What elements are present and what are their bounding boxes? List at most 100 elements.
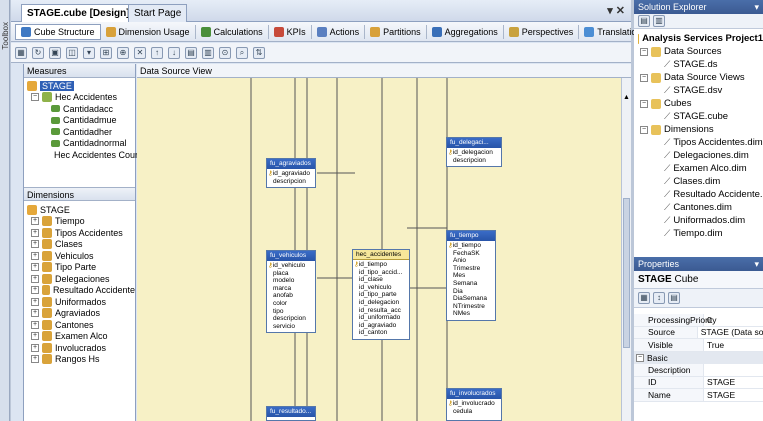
collapse-icon[interactable]: −: [31, 93, 39, 102]
table-fu-delegacion[interactable]: fu_delegaci... ⚷id_delegacion descripcion: [446, 137, 502, 168]
scrollbar-thumb[interactable]: [623, 198, 630, 348]
tab-perspectives[interactable]: Perspectives: [504, 24, 580, 39]
delete-icon[interactable]: ✕: [134, 46, 146, 59]
dimension-item[interactable]: + Uniformados: [27, 296, 135, 308]
collapse-icon[interactable]: −: [640, 73, 648, 82]
folder-node[interactable]: − Cubes: [638, 97, 763, 110]
properties-object-selector[interactable]: STAGE Cube: [634, 271, 763, 289]
dimension-item[interactable]: + Involucrados: [27, 342, 135, 354]
table-fu-resultado[interactable]: fu_resultado...: [266, 406, 316, 421]
file-node[interactable]: ⟋ Clases.dim: [638, 175, 763, 188]
property-row[interactable]: ProcessingPriority 0: [634, 314, 763, 327]
tab-dimension-usage[interactable]: Dimension Usage: [101, 24, 196, 39]
new-dimension-icon[interactable]: ⊞: [100, 46, 112, 59]
tab-actions[interactable]: Actions: [312, 24, 366, 39]
measure-item[interactable]: Cantidadacc: [27, 103, 135, 115]
file-node[interactable]: ⟋Resultado Accidente.dim: [638, 188, 763, 201]
file-node[interactable]: ⟋ STAGE.ds: [638, 58, 763, 71]
categorized-icon[interactable]: ▦: [638, 292, 650, 304]
dimension-item[interactable]: + Agraviados: [27, 308, 135, 320]
measure-group-row[interactable]: − Hec Accidentes: [27, 92, 135, 104]
expand-icon[interactable]: +: [31, 217, 39, 226]
alphabetical-icon[interactable]: ↕: [653, 292, 665, 304]
property-row[interactable]: Visible True: [634, 339, 763, 352]
file-node[interactable]: ⟋ Cantones.dim: [638, 201, 763, 214]
table-fu-tiempo[interactable]: fu_tiempo ⚷id_tiempo FechaSK Anio Trimestre…: [446, 230, 496, 321]
table-fu-vehiculos[interactable]: fu_vehiculos ⚷id_vehiculo placa modelo marc…: [266, 250, 316, 334]
close-document-icon[interactable]: ▾ ✕: [607, 4, 625, 17]
measure-item[interactable]: Hec Accidentes Count: [27, 149, 143, 161]
expand-icon[interactable]: +: [31, 309, 39, 318]
measure-item[interactable]: Cantidadher: [27, 126, 135, 138]
property-category-basic[interactable]: − Basic: [634, 351, 763, 364]
expand-icon[interactable]: +: [31, 320, 39, 329]
dimension-item[interactable]: + Examen Alco: [27, 331, 135, 343]
project-node[interactable]: Analysis Services Project1: [638, 32, 763, 45]
tab-start-page[interactable]: Start Page: [128, 4, 188, 22]
expand-icon[interactable]: +: [31, 228, 39, 237]
expand-icon[interactable]: +: [31, 297, 39, 306]
expand-icon[interactable]: +: [31, 274, 39, 283]
tab-calculations[interactable]: Calculations: [196, 24, 269, 39]
expand-icon[interactable]: +: [31, 332, 39, 341]
dimensions-root[interactable]: STAGE: [27, 204, 135, 216]
add-dimension-icon[interactable]: ⊕: [117, 46, 129, 59]
expand-icon[interactable]: +: [31, 240, 39, 249]
grid-icon[interactable]: ▤: [185, 46, 197, 59]
add-table-icon[interactable]: ▣: [49, 46, 61, 59]
file-node[interactable]: ⟋ Tiempo.dim: [638, 227, 763, 240]
dimension-item[interactable]: + Tipo Parte: [27, 262, 135, 274]
measure-item[interactable]: Cantidadmue: [27, 115, 135, 127]
tab-partitions[interactable]: Partitions: [365, 24, 427, 39]
collapse-icon[interactable]: −: [640, 99, 648, 108]
zoom-icon[interactable]: ⊙: [219, 46, 231, 59]
tab-kpis[interactable]: KPIs: [269, 24, 312, 39]
file-node[interactable]: ⟋ Uniformados.dim: [638, 214, 763, 227]
property-row[interactable]: SourceSTAGE (Data sour: [634, 326, 763, 339]
find-icon[interactable]: ⌕: [236, 46, 248, 59]
file-node[interactable]: ⟋ STAGE.dsv: [638, 84, 763, 97]
collapse-icon[interactable]: −: [636, 353, 644, 362]
layout-icon[interactable]: ⇅: [253, 46, 265, 59]
expand-icon[interactable]: +: [31, 286, 39, 295]
expand-icon[interactable]: +: [31, 355, 39, 364]
tab-cube-structure[interactable]: Cube Structure: [15, 23, 101, 40]
property-pages-icon[interactable]: ▤: [668, 292, 680, 304]
toolbox-strip[interactable]: Toolbox: [0, 0, 10, 421]
property-row[interactable]: ID STAGE: [634, 376, 763, 389]
show-all-files-icon[interactable]: ▥: [653, 15, 665, 27]
table-fu-agraviados[interactable]: fu_agraviados ⚷id_agraviado descripcion: [266, 158, 316, 189]
measures-root[interactable]: STAGE: [27, 80, 135, 92]
table-hec-accidentes[interactable]: hec_accidentes ⚷id_tiempo id_tipo_accid..…: [352, 249, 410, 340]
table-fu-involucrados[interactable]: fu_involucrados ⚷id_involucrado cedula: [446, 388, 502, 421]
refresh-icon[interactable]: ↻: [32, 46, 44, 59]
dropdown-icon[interactable]: ▾: [83, 46, 95, 59]
folder-node[interactable]: − Data Sources: [638, 45, 763, 58]
diagram-icon[interactable]: ▥: [202, 46, 214, 59]
property-row[interactable]: Name STAGE: [634, 389, 763, 402]
expand-icon[interactable]: +: [31, 263, 39, 272]
dimension-item[interactable]: + Tiempo: [27, 216, 135, 228]
dimension-item[interactable]: + Tipos Accidentes: [27, 227, 135, 239]
tab-aggregations[interactable]: Aggregations: [427, 24, 504, 39]
measure-item[interactable]: Cantidadnormal: [27, 138, 135, 150]
move-down-icon[interactable]: ↓: [168, 46, 180, 59]
folder-node[interactable]: − Dimensions: [638, 123, 763, 136]
dimension-item[interactable]: + Cantones: [27, 319, 135, 331]
scroll-up-icon[interactable]: ▲: [623, 94, 630, 101]
dimension-item[interactable]: + Clases: [27, 239, 135, 251]
file-node[interactable]: ⟋ Examen Alco.dim: [638, 162, 763, 175]
collapse-icon[interactable]: −: [640, 125, 648, 134]
folder-node[interactable]: − Data Source Views: [638, 71, 763, 84]
pin-icon[interactable]: ▾: [754, 259, 759, 269]
expand-icon[interactable]: +: [31, 343, 39, 352]
property-row[interactable]: Description: [634, 364, 763, 377]
file-node[interactable]: ⟋ Tipos Accidentes.dim: [638, 136, 763, 149]
dsv-vertical-scrollbar[interactable]: ▲: [621, 78, 631, 421]
file-node[interactable]: ⟋ Delegaciones.dim: [638, 149, 763, 162]
properties-icon[interactable]: ▤: [638, 15, 650, 27]
expand-icon[interactable]: +: [31, 251, 39, 260]
file-node[interactable]: ⟋ STAGE.cube: [638, 110, 763, 123]
new-measure-icon[interactable]: ▦: [15, 46, 27, 59]
dimension-item[interactable]: + Delegaciones: [27, 273, 135, 285]
